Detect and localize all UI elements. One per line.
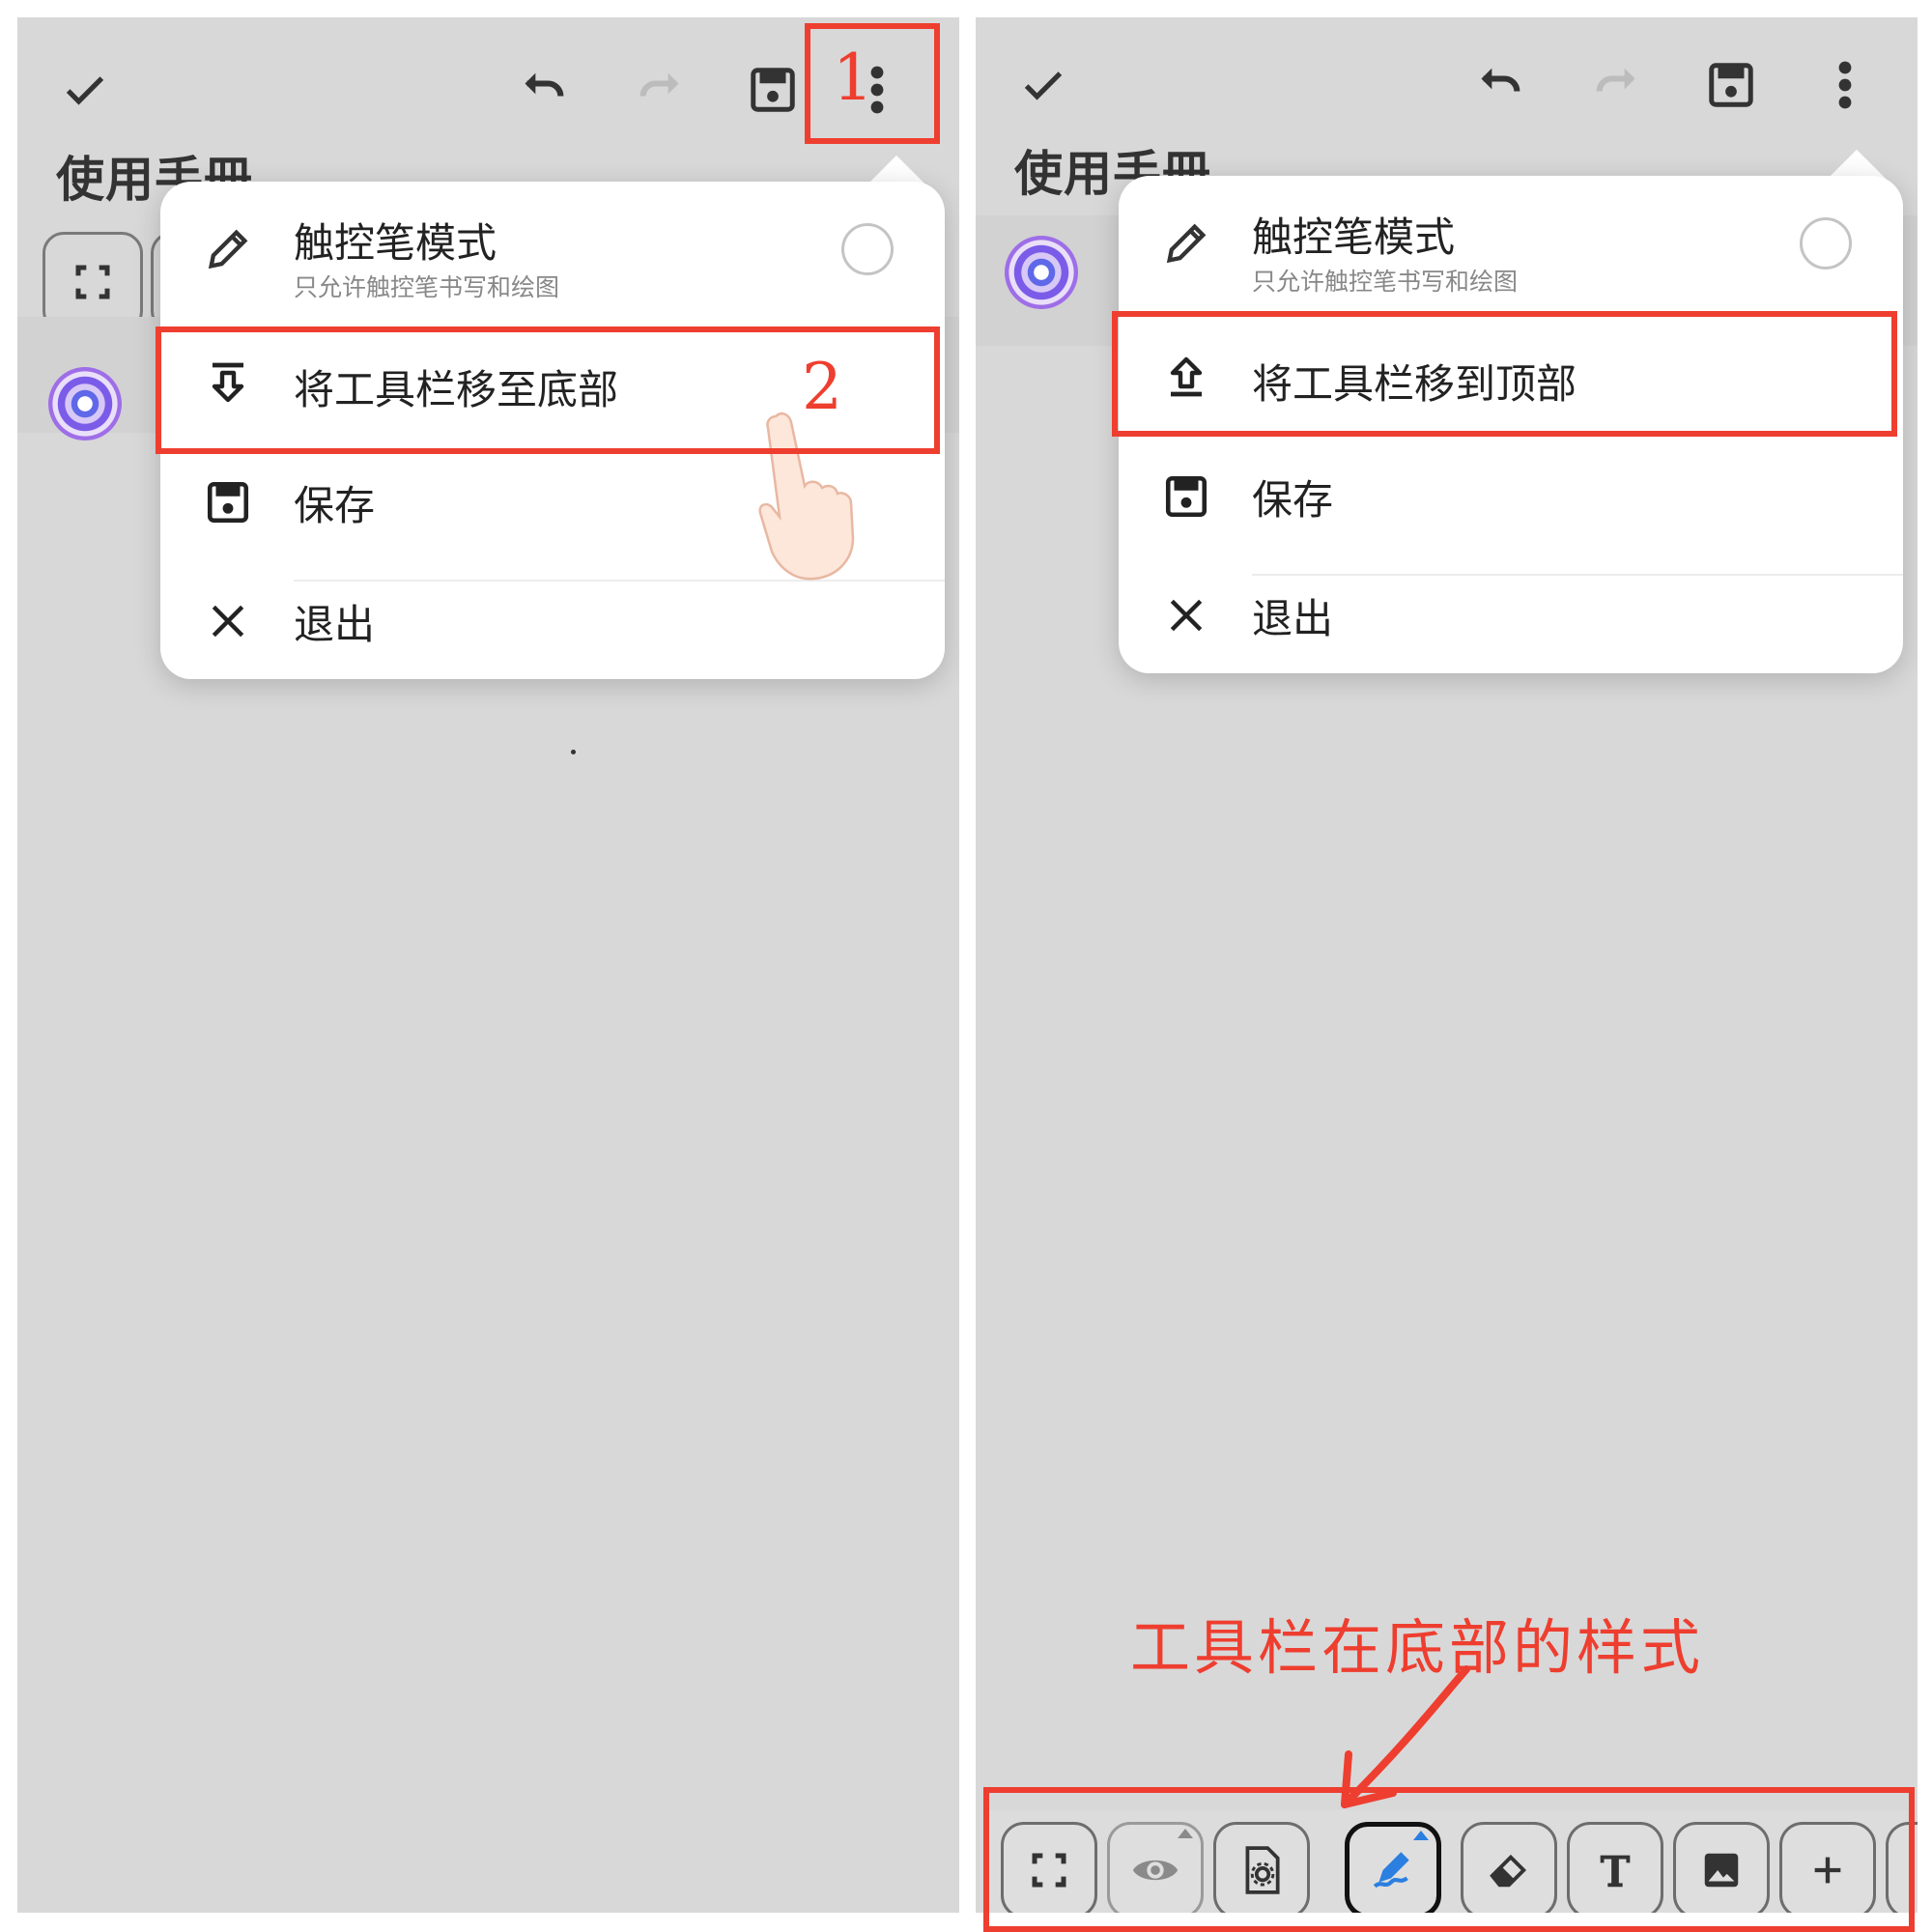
logo-icon — [1005, 236, 1078, 309]
save-icon[interactable] — [744, 61, 802, 119]
redo-icon — [1582, 56, 1650, 114]
close-icon — [199, 592, 257, 650]
stylus-mode-label: 触控笔模式 — [294, 219, 497, 267]
undo-icon[interactable] — [510, 61, 578, 119]
dot — [571, 750, 576, 754]
left-screen: 使用手冊 触控笔模式 只允许触控笔书写和绘图 将工具栏移至底部 保存 退出 — [17, 17, 959, 1913]
save-icon[interactable] — [1702, 56, 1760, 114]
save-label: 保存 — [1252, 476, 1334, 524]
stylus-mode-desc: 只允许触控笔书写和绘图 — [1252, 268, 1519, 296]
save-icon — [1157, 468, 1215, 526]
menu-item-exit[interactable]: 退出 — [1119, 557, 1903, 673]
logo-icon — [48, 367, 122, 440]
check-icon[interactable] — [56, 61, 114, 119]
pencil-icon — [199, 220, 257, 278]
stylus-mode-desc: 只允许触控笔书写和绘图 — [294, 273, 560, 301]
exit-label: 退出 — [1252, 595, 1334, 642]
undo-icon[interactable] — [1466, 56, 1534, 114]
arrow-annotation — [1341, 1665, 1470, 1808]
exit-label: 退出 — [294, 601, 376, 648]
pencil-icon — [1157, 214, 1215, 272]
step-2-label: 2 — [802, 350, 842, 424]
stylus-mode-radio[interactable] — [841, 223, 894, 275]
check-icon[interactable] — [1014, 56, 1072, 114]
stylus-mode-radio[interactable] — [1800, 217, 1852, 270]
save-label: 保存 — [294, 482, 376, 529]
menu-item-stylus-mode[interactable]: 触控笔模式 只允许触控笔书写和绘图 — [160, 182, 945, 317]
redo-icon — [626, 61, 694, 119]
step-1-label: 1 — [833, 41, 873, 115]
more-vert-icon[interactable] — [1826, 56, 1864, 114]
menu-item-save[interactable]: 保存 — [1119, 439, 1903, 554]
close-icon — [1157, 586, 1215, 644]
stylus-mode-label: 触控笔模式 — [1252, 213, 1456, 261]
menu-item-stylus-mode[interactable]: 触控笔模式 只允许触控笔书写和绘图 — [1119, 176, 1903, 311]
highlight-move-toolbar — [1112, 311, 1897, 437]
save-icon — [199, 473, 257, 531]
